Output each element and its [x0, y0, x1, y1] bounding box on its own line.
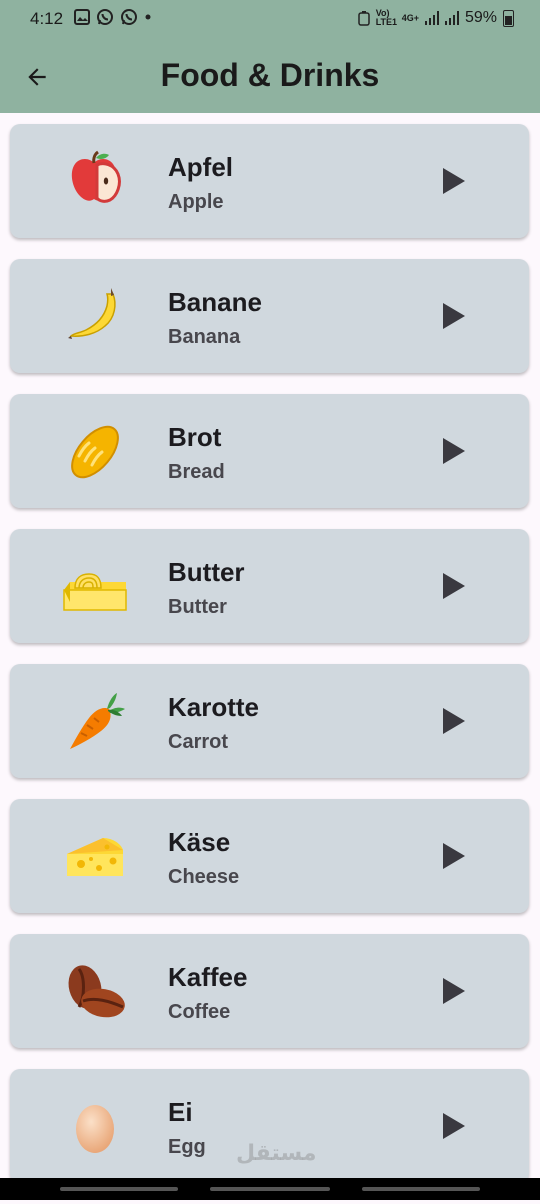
network-label: 4G+	[401, 13, 419, 23]
volte-label: Vo) LTE1	[375, 8, 398, 27]
bread-icon	[63, 419, 127, 483]
whatsapp-icon	[121, 9, 137, 25]
whatsapp-icon	[97, 9, 113, 25]
play-button[interactable]	[438, 165, 470, 197]
list-item[interactable]: Kaffee Coffee	[10, 934, 529, 1048]
play-icon	[443, 1113, 465, 1139]
english-word: Egg	[168, 1136, 206, 1158]
list-item[interactable]: Butter Butter	[10, 529, 529, 643]
play-button[interactable]	[438, 300, 470, 332]
butter-icon	[63, 554, 127, 618]
status-bar: 4:12 Vo) LTE1 4G+ 59%	[0, 0, 540, 40]
app-bar: 4:12 Vo) LTE1 4G+ 59% Food & Drinks	[0, 0, 540, 113]
play-icon	[443, 303, 465, 329]
play-button[interactable]	[438, 570, 470, 602]
list-item[interactable]: Käse Cheese	[10, 799, 529, 913]
signal-icon	[444, 11, 459, 25]
german-word: Apfel	[168, 152, 233, 182]
list-item[interactable]: Karotte Carrot	[10, 664, 529, 778]
english-word: Bread	[168, 461, 225, 483]
german-word: Banane	[168, 287, 262, 317]
page-title: Food & Drinks	[160, 57, 380, 93]
list-item[interactable]: Apfel Apple	[10, 124, 529, 238]
play-button[interactable]	[438, 975, 470, 1007]
german-word: Karotte	[168, 692, 260, 722]
play-icon	[443, 438, 465, 464]
english-word: Apple	[168, 191, 224, 213]
recycle-icon	[357, 11, 370, 26]
english-word: Carrot	[168, 731, 229, 753]
german-word: Brot	[168, 422, 222, 452]
system-nav-bar	[0, 1178, 540, 1200]
notification-icons	[74, 8, 152, 26]
play-button[interactable]	[438, 435, 470, 467]
english-word: Coffee	[168, 1001, 231, 1023]
list-item[interactable]: Brot Bread	[10, 394, 529, 508]
play-button[interactable]	[438, 705, 470, 737]
english-word: Butter	[168, 596, 227, 618]
status-right: Vo) LTE1 4G+ 59%	[357, 8, 514, 27]
nav-recent[interactable]	[60, 1187, 178, 1191]
german-word: Käse	[168, 827, 231, 857]
play-icon	[443, 843, 465, 869]
vocabulary-list: Apfel Apple Banane Banana Brot Bread But…	[10, 124, 529, 1204]
battery-icon	[503, 9, 514, 27]
nav-home[interactable]	[210, 1187, 330, 1191]
egg-icon	[63, 1094, 127, 1158]
status-time: 4:12	[30, 9, 64, 28]
english-word: Banana	[168, 326, 241, 348]
play-button[interactable]	[438, 1110, 470, 1142]
play-icon	[443, 708, 465, 734]
play-icon	[443, 573, 465, 599]
german-word: Butter	[168, 557, 245, 587]
battery-percent: 59%	[464, 9, 497, 26]
german-word: Ei	[168, 1097, 193, 1127]
carrot-icon	[63, 689, 127, 753]
cheese-icon	[63, 824, 127, 888]
apple-icon	[63, 149, 127, 213]
play-button[interactable]	[438, 840, 470, 872]
banana-icon	[63, 284, 127, 348]
dot-icon	[145, 14, 151, 20]
play-icon	[443, 168, 465, 194]
english-word: Cheese	[168, 866, 240, 888]
nav-back[interactable]	[362, 1187, 480, 1191]
play-icon	[443, 978, 465, 1004]
watermark: مستقل	[236, 1140, 317, 1165]
coffee-icon	[63, 959, 127, 1023]
list-item[interactable]: Banane Banana	[10, 259, 529, 373]
signal-icon	[424, 11, 439, 25]
gallery-icon	[74, 9, 90, 25]
german-word: Kaffee	[168, 962, 248, 992]
